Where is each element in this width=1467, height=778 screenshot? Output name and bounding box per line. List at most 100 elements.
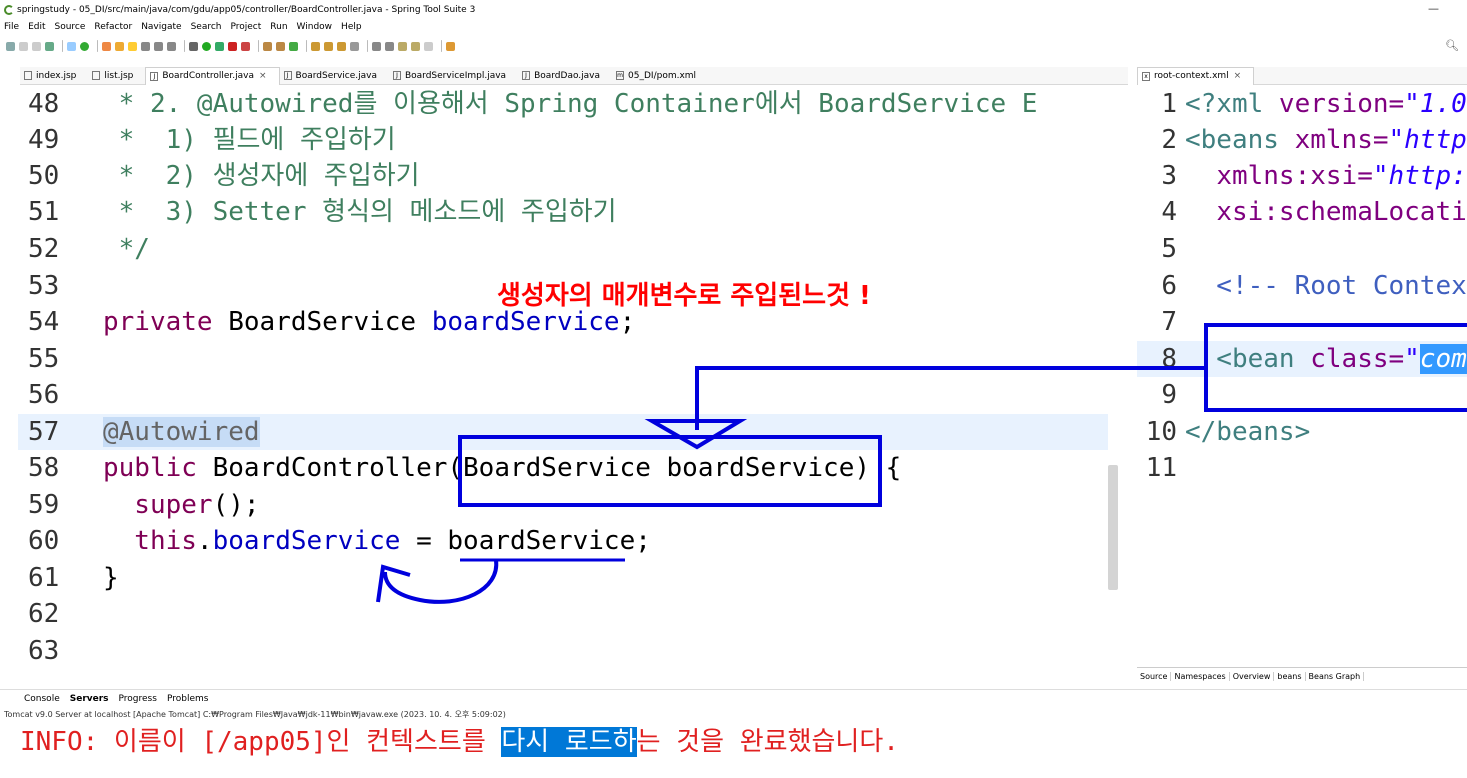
menu-bar: File Edit Source Refactor Navigate Searc… xyxy=(0,19,1467,35)
search-icon[interactable]: 🔍︎ xyxy=(1445,39,1459,52)
xml-line: 2 <beans xmlns="http xyxy=(1161,125,1467,155)
spring-icon[interactable] xyxy=(115,41,124,51)
refresh-icon[interactable] xyxy=(102,41,111,51)
code-line: 63 xyxy=(28,636,60,666)
close-tab-icon[interactable]: × xyxy=(1234,71,1242,81)
xml-line: 11 xyxy=(1145,453,1177,483)
xml-editor-page-tabs: Source Namespaces Overview beans Beans G… xyxy=(1137,667,1467,684)
toolbar-separator xyxy=(97,40,98,52)
previous-annotation-icon[interactable] xyxy=(385,41,394,51)
selected-annotation: @Autowired xyxy=(103,417,260,447)
java-code-editor[interactable]: 48 * 2. @Autowired를 이용해서 Spring Containe… xyxy=(18,86,1121,676)
menu-source[interactable]: Source xyxy=(55,22,86,32)
next-annotation-icon[interactable] xyxy=(372,41,381,51)
tab-index-jsp[interactable]: index.jsp xyxy=(20,67,88,85)
toolbar-separator xyxy=(306,40,307,52)
pin-editor-icon[interactable] xyxy=(446,41,455,51)
new-class-icon[interactable] xyxy=(289,41,298,51)
back-icon[interactable] xyxy=(411,41,420,51)
toggle-icon[interactable] xyxy=(141,41,150,51)
console-output[interactable]: INFO: 이름이 [/app05]인 컨텍스트를 다시 로드하는 것을 완료했… xyxy=(20,722,899,762)
stop-icon[interactable] xyxy=(228,41,237,51)
debug-icon[interactable] xyxy=(189,41,198,51)
open-task-icon[interactable] xyxy=(324,41,333,51)
new-icon[interactable] xyxy=(6,41,15,51)
new-package-icon[interactable] xyxy=(276,41,285,51)
tab-namespaces[interactable]: Namespaces xyxy=(1171,671,1230,681)
run-icon[interactable] xyxy=(202,41,211,51)
menu-file[interactable]: File xyxy=(4,22,19,32)
tab-list-jsp[interactable]: list.jsp xyxy=(88,67,145,85)
block-icon[interactable] xyxy=(154,41,163,51)
code-line: 52 */ xyxy=(28,234,150,264)
xml-line: 6 <!-- Root Contex xyxy=(1161,271,1467,301)
menu-help[interactable]: Help xyxy=(341,22,362,32)
menu-edit[interactable]: Edit xyxy=(28,22,45,32)
skip-breakpoints-icon[interactable] xyxy=(67,41,76,51)
jsp-file-icon xyxy=(24,71,32,80)
annotation-note: 생성자의 매개변수로 주입된느것 ! xyxy=(497,281,871,311)
menu-navigate[interactable]: Navigate xyxy=(141,22,181,32)
close-tab-icon[interactable]: × xyxy=(259,71,267,81)
toolbar-separator xyxy=(62,40,63,52)
start-server-icon[interactable] xyxy=(80,41,89,51)
code-line: 48 * 2. @Autowired를 이용해서 Spring Containe… xyxy=(28,89,1038,119)
annotation-icon[interactable] xyxy=(350,41,359,51)
tab-console[interactable]: Console xyxy=(24,694,60,704)
minimize-button[interactable]: — xyxy=(1428,2,1439,15)
menu-window[interactable]: Window xyxy=(297,22,333,32)
console-tab-bar: Console Servers Progress Problems xyxy=(0,689,1467,708)
tab-board-service[interactable]: J BoardService.java xyxy=(280,67,389,85)
xml-line-current: 8 <bean class="com xyxy=(1137,341,1467,377)
save-all-icon[interactable] xyxy=(32,41,41,51)
tab-beans-graph[interactable]: Beans Graph xyxy=(1306,671,1365,681)
tab-overview[interactable]: Overview xyxy=(1230,671,1275,681)
open-type-icon[interactable] xyxy=(311,41,320,51)
tab-board-controller[interactable]: J BoardController.java × xyxy=(145,66,280,85)
last-edit-icon[interactable] xyxy=(398,41,407,51)
minimized-view-strip xyxy=(0,66,18,686)
java-file-icon: J xyxy=(150,71,159,81)
title-bar: springstudy - 05_DI/src/main/java/com/gd… xyxy=(0,0,1467,19)
external-tools-icon[interactable] xyxy=(241,41,250,51)
tab-beans[interactable]: beans xyxy=(1274,671,1306,681)
main-toolbar: 🔍︎ xyxy=(0,35,1467,57)
window-title: springstudy - 05_DI/src/main/java/com/gd… xyxy=(17,4,476,15)
paragraph-icon[interactable] xyxy=(167,41,176,51)
xml-code-editor[interactable]: 1 <?xml version="1.0 2 <beans xmlns="http … xyxy=(1137,86,1467,666)
menu-run[interactable]: Run xyxy=(270,22,287,32)
menu-project[interactable]: Project xyxy=(230,22,261,32)
xml-line: 3 xmlns:xsi="http: xyxy=(1161,161,1467,191)
xml-line: 1 <?xml version="1.0 xyxy=(1161,89,1467,119)
code-line: 49 * 1) 필드에 주입하기 xyxy=(28,125,396,155)
pen-icon[interactable] xyxy=(128,41,137,51)
save-icon[interactable] xyxy=(19,41,28,51)
menu-search[interactable]: Search xyxy=(191,22,222,32)
new-java-project-icon[interactable] xyxy=(263,41,272,51)
code-line: 58 public BoardController(BoardService bo… xyxy=(28,453,902,483)
code-line: 56 xyxy=(28,380,60,410)
editor-vertical-scrollbar[interactable] xyxy=(1107,90,1119,680)
xml-editor-tab-bar: x root-context.xml × xyxy=(1137,66,1467,85)
coverage-icon[interactable] xyxy=(215,41,224,51)
search-tool-icon[interactable] xyxy=(337,41,346,51)
tab-problems[interactable]: Problems xyxy=(167,694,208,704)
tab-root-context-xml[interactable]: x root-context.xml × xyxy=(1137,66,1255,85)
tab-source[interactable]: Source xyxy=(1137,671,1172,681)
code-line: 60 this.boardService = boardService; xyxy=(28,526,651,556)
code-line-current: 57 @Autowired xyxy=(18,414,1108,450)
menu-refactor[interactable]: Refactor xyxy=(94,22,132,32)
java-file-icon: J xyxy=(522,71,531,80)
tab-board-service-impl[interactable]: J BoardServiceImpl.java xyxy=(389,67,518,85)
xml-line: 5 xyxy=(1161,234,1177,264)
maven-file-icon: m xyxy=(616,71,625,80)
tab-board-dao[interactable]: J BoardDao.java xyxy=(518,67,612,85)
tab-servers[interactable]: Servers xyxy=(70,694,109,704)
toolbar-separator xyxy=(441,40,442,52)
tab-progress[interactable]: Progress xyxy=(119,694,157,704)
scrollbar-thumb[interactable] xyxy=(1108,465,1118,590)
tab-pom-xml[interactable]: m 05_DI/pom.xml xyxy=(612,67,708,85)
terminal-icon[interactable] xyxy=(45,41,54,51)
java-file-icon: J xyxy=(283,71,292,80)
forward-icon[interactable] xyxy=(424,41,433,51)
